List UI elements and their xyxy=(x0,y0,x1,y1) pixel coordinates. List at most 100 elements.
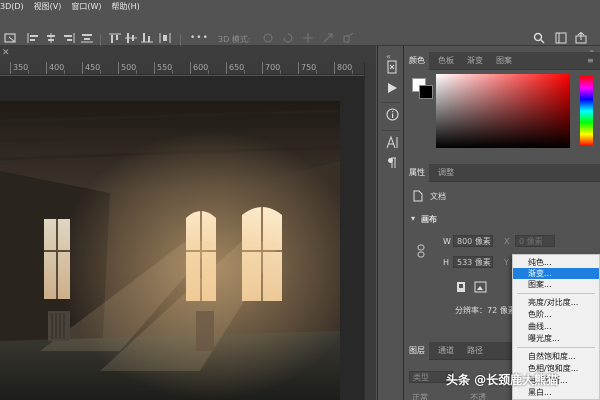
portrait-orientation-icon[interactable] xyxy=(456,281,466,293)
width-field[interactable]: 800 像素 xyxy=(453,235,493,247)
panel-icon-column: « xyxy=(377,46,404,400)
ruler-label: 350 xyxy=(13,63,29,72)
search-icon[interactable] xyxy=(533,32,545,44)
tab-channels[interactable]: 通道 xyxy=(434,342,458,360)
align-top-icon[interactable] xyxy=(108,32,122,44)
ruler-label: 800 xyxy=(337,63,353,72)
y-label: Y xyxy=(504,258,509,267)
ruler-tick xyxy=(298,62,299,74)
3d-rotate-icon[interactable] xyxy=(262,32,275,44)
align-left-icon[interactable] xyxy=(26,32,40,44)
menu-item-vibrance[interactable]: 自然饱和度... xyxy=(513,351,599,362)
tab-paths[interactable]: 路径 xyxy=(463,342,487,360)
tab-swatches[interactable]: 色板 xyxy=(434,52,458,70)
resolution-label: 分辨率：72 像素 xyxy=(455,306,516,315)
tab-gradients[interactable]: 渐变 xyxy=(463,52,487,70)
ruler-tick xyxy=(262,62,263,74)
menu-item-levels[interactable]: 色阶... xyxy=(513,309,599,320)
ruler-tick xyxy=(10,62,11,74)
distribute-icon[interactable] xyxy=(80,32,94,44)
tab-adjustments[interactable]: 调整 xyxy=(434,164,458,182)
document-image[interactable] xyxy=(0,101,340,400)
more-options-button[interactable]: ••• xyxy=(190,32,209,44)
color-saturation-field[interactable] xyxy=(436,74,570,148)
auto-select-icon[interactable] xyxy=(4,32,18,44)
options-bar: ••• 3D 模式: xyxy=(0,12,600,48)
divider xyxy=(382,102,400,103)
ruler-tick xyxy=(334,62,335,74)
ruler-label: 600 xyxy=(193,63,209,72)
ruler-minor-tick xyxy=(280,70,281,74)
ruler-minor-tick xyxy=(316,70,317,74)
ruler-tick xyxy=(226,62,227,74)
ruler-label: 400 xyxy=(49,63,65,72)
x-label: X xyxy=(504,237,510,246)
height-label: H xyxy=(443,258,450,267)
blend-mode-select[interactable]: 正常 xyxy=(412,392,428,400)
align-bottom-icon[interactable] xyxy=(140,32,154,44)
height-field[interactable]: 533 像素 xyxy=(453,256,493,268)
align-right-icon[interactable] xyxy=(62,32,76,44)
align-middle-icon[interactable] xyxy=(124,32,138,44)
ruler-tick xyxy=(190,62,191,74)
character-icon[interactable] xyxy=(386,135,399,152)
menu-3d[interactable]: 3D(D) xyxy=(0,2,24,11)
menu-help[interactable]: 帮助(H) xyxy=(112,1,140,12)
share-icon[interactable] xyxy=(575,32,589,44)
ruler-minor-tick xyxy=(352,70,353,74)
workspace-icon[interactable] xyxy=(555,32,567,44)
vertical-scrollbar[interactable] xyxy=(364,62,376,400)
align-center-icon[interactable] xyxy=(44,32,58,44)
ruler-label: 750 xyxy=(301,63,317,72)
menu-view[interactable]: 视图(V) xyxy=(34,1,62,12)
canvas-area[interactable] xyxy=(0,76,364,400)
ruler-minor-tick xyxy=(64,70,65,74)
ruler-tick xyxy=(46,62,47,74)
ruler-minor-tick xyxy=(208,70,209,74)
ruler-minor-tick xyxy=(172,70,173,74)
menu-item-black-white[interactable]: 黑白... xyxy=(513,387,599,398)
hue-slider[interactable] xyxy=(580,76,593,146)
color-panel-tabs: 颜色 色板 渐变 图案 ≡ xyxy=(405,52,600,70)
menu-item-gradient[interactable]: 渐变... xyxy=(513,268,599,279)
3d-scale-icon[interactable] xyxy=(342,32,355,44)
3d-roll-icon[interactable] xyxy=(282,32,295,44)
menu-item-curves[interactable]: 曲线... xyxy=(513,321,599,332)
history-icon[interactable] xyxy=(386,60,398,77)
tab-layers[interactable]: 图层 xyxy=(405,342,429,360)
play-icon[interactable] xyxy=(386,82,398,97)
menu-item-exposure[interactable]: 曝光度... xyxy=(513,333,599,344)
link-icon[interactable] xyxy=(417,244,426,258)
panel-menu-icon[interactable]: ≡ xyxy=(583,52,598,70)
ruler-minor-tick xyxy=(100,70,101,74)
menu-item-solid-color[interactable]: 纯色... xyxy=(513,257,599,268)
info-icon[interactable] xyxy=(386,108,399,124)
distribute-horizontal-icon[interactable] xyxy=(158,32,172,44)
ruler-tick xyxy=(118,62,119,74)
menu-item-pattern[interactable]: 图案... xyxy=(513,279,599,290)
x-field[interactable]: 0 像素 xyxy=(515,235,555,247)
ruler-tick xyxy=(82,62,83,74)
3d-drag-icon[interactable] xyxy=(302,32,315,44)
background-color-swatch[interactable] xyxy=(419,85,433,99)
canvas-section-toggle[interactable]: ▾ xyxy=(411,214,415,223)
paragraph-icon[interactable] xyxy=(386,156,398,172)
document-icon xyxy=(413,190,423,202)
3d-slide-icon[interactable] xyxy=(322,32,335,44)
tab-color[interactable]: 颜色 xyxy=(405,52,429,70)
opacity-label: 不透 xyxy=(470,393,486,400)
menu-bar: 3D(D) 视图(V) 窗口(W) 帮助(H) xyxy=(0,0,600,12)
close-icon[interactable]: ✕ xyxy=(2,48,10,58)
menu-item-brightness-contrast[interactable]: 亮度/对比度... xyxy=(513,297,599,308)
document-tab-strip: ✕ xyxy=(0,46,376,62)
menu-window[interactable]: 窗口(W) xyxy=(71,1,101,12)
landscape-orientation-icon[interactable] xyxy=(474,281,487,293)
ruler-minor-tick xyxy=(244,70,245,74)
watermark-text: 头条 @长颈鹿大熊猫 xyxy=(446,373,559,387)
ruler-minor-tick xyxy=(136,70,137,74)
ruler-label: 450 xyxy=(85,63,101,72)
tab-properties[interactable]: 属性 xyxy=(405,164,429,182)
tab-patterns[interactable]: 图案 xyxy=(492,52,516,70)
menu-divider xyxy=(517,347,595,348)
ruler-label: 650 xyxy=(229,63,245,72)
